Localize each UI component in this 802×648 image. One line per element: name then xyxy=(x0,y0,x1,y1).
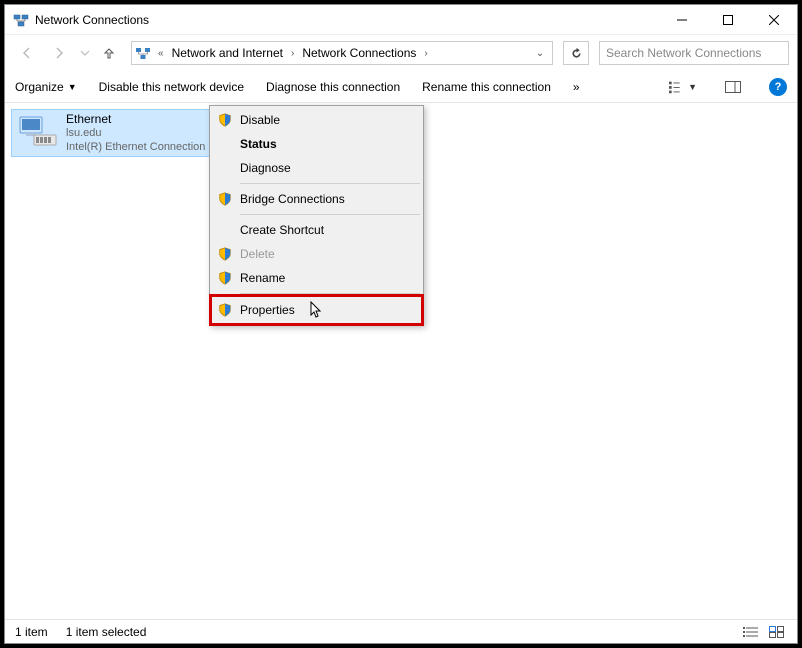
recent-locations-button[interactable] xyxy=(77,39,93,67)
chevron-down-icon: ▼ xyxy=(68,82,77,92)
menu-diagnose[interactable]: Diagnose xyxy=(212,156,421,180)
breadcrumb-segment-parent[interactable]: Network and Internet xyxy=(168,46,287,60)
disable-device-button[interactable]: Disable this network device xyxy=(99,80,244,94)
shield-icon xyxy=(217,191,233,207)
back-button[interactable] xyxy=(13,39,41,67)
maximize-button[interactable] xyxy=(705,5,751,35)
details-view-button[interactable] xyxy=(741,624,761,640)
network-connections-window: Network Connections xyxy=(4,4,798,644)
menu-disable[interactable]: Disable xyxy=(212,108,421,132)
address-location-icon xyxy=(132,45,154,61)
shield-icon xyxy=(217,112,233,128)
chevron-right-icon[interactable]: › xyxy=(420,48,431,59)
navbar: « Network and Internet › Network Connect… xyxy=(5,35,797,71)
diagnose-connection-button[interactable]: Diagnose this connection xyxy=(266,80,400,94)
search-input[interactable]: Search Network Connections xyxy=(599,41,789,65)
cursor-icon xyxy=(310,301,324,319)
menu-separator xyxy=(240,183,420,184)
toolbar-overflow-button[interactable]: » xyxy=(573,80,580,94)
menu-separator xyxy=(240,293,420,294)
refresh-button[interactable] xyxy=(563,41,589,65)
view-options-button[interactable]: ▼ xyxy=(669,80,697,94)
status-selected-count: 1 item selected xyxy=(66,625,147,639)
titlebar: Network Connections xyxy=(5,5,797,35)
help-button[interactable]: ? xyxy=(769,78,787,96)
content-area[interactable]: Ethernet lsu.edu Intel(R) Ethernet Conne… xyxy=(5,103,797,619)
menu-properties[interactable]: Properties xyxy=(210,295,423,325)
window-controls xyxy=(659,5,797,35)
toolbar: Organize ▼ Disable this network device D… xyxy=(5,71,797,103)
window-title: Network Connections xyxy=(35,13,659,27)
up-button[interactable] xyxy=(97,41,121,65)
chevron-down-icon: ▼ xyxy=(688,82,697,92)
adapter-context-menu: Disable Status Diagnose Bridge Connectio… xyxy=(209,105,424,326)
rename-connection-button[interactable]: Rename this connection xyxy=(422,80,551,94)
organize-menu[interactable]: Organize ▼ xyxy=(15,80,77,94)
large-icons-view-button[interactable] xyxy=(767,624,787,640)
forward-button[interactable] xyxy=(45,39,73,67)
shield-icon xyxy=(217,246,233,262)
window-icon xyxy=(13,12,29,28)
close-button[interactable] xyxy=(751,5,797,35)
breadcrumb-prefix[interactable]: « xyxy=(154,48,168,59)
address-dropdown-button[interactable]: ⌄ xyxy=(528,48,552,59)
menu-create-shortcut[interactable]: Create Shortcut xyxy=(212,218,421,242)
minimize-button[interactable] xyxy=(659,5,705,35)
menu-delete: Delete xyxy=(212,242,421,266)
preview-pane-button[interactable] xyxy=(719,81,747,93)
search-placeholder: Search Network Connections xyxy=(606,46,761,60)
menu-rename[interactable]: Rename xyxy=(212,266,421,290)
breadcrumb-segment-current[interactable]: Network Connections xyxy=(298,46,420,60)
menu-separator xyxy=(240,214,420,215)
statusbar: 1 item 1 item selected xyxy=(5,619,797,643)
shield-icon xyxy=(217,302,233,318)
menu-bridge-connections[interactable]: Bridge Connections xyxy=(212,187,421,211)
address-bar[interactable]: « Network and Internet › Network Connect… xyxy=(131,41,553,65)
chevron-right-icon[interactable]: › xyxy=(287,48,298,59)
shield-icon xyxy=(217,270,233,286)
status-item-count: 1 item xyxy=(15,625,48,639)
menu-status[interactable]: Status xyxy=(212,132,421,156)
ethernet-adapter-icon xyxy=(16,113,60,153)
